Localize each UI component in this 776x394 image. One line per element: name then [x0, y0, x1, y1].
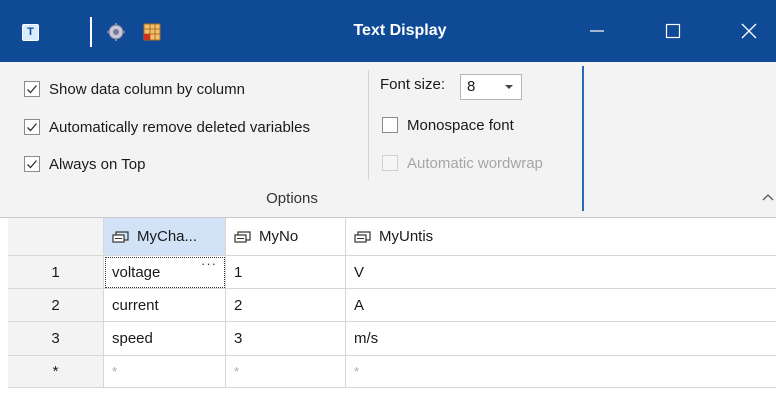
grid-header-row: MyCha... MyNo MyUntis	[8, 218, 776, 256]
new-row-cell[interactable]: *	[104, 356, 226, 388]
table-row[interactable]: 3 speed 3 m/s	[8, 322, 776, 356]
table-row[interactable]: 2 current 2 A	[8, 289, 776, 322]
checkbox-always-on-top[interactable]	[24, 156, 40, 172]
close-button[interactable]	[718, 0, 776, 62]
checkmark-icon	[27, 160, 37, 169]
table-row[interactable]: 1 voltage ··· 1 V	[8, 256, 776, 289]
collapse-ribbon-icon[interactable]	[762, 192, 774, 202]
option-label: Automatically remove deleted variables	[49, 118, 310, 136]
checkmark-icon	[27, 85, 37, 94]
checkmark-icon	[27, 123, 37, 132]
minimize-button[interactable]	[566, 0, 628, 62]
option-label: Automatic wordwrap	[407, 154, 543, 172]
column-header[interactable]: MyNo	[226, 218, 346, 256]
option-label: Monospace font	[407, 116, 514, 134]
column-header[interactable]: MyUntis	[346, 218, 776, 256]
new-row-cell[interactable]: *	[226, 356, 346, 388]
grid-cell[interactable]: 3	[226, 322, 346, 356]
grid-cell[interactable]: speed	[104, 322, 226, 356]
new-row-header[interactable]: *	[8, 356, 104, 388]
maximize-button[interactable]	[642, 0, 704, 62]
row-header[interactable]: 3	[8, 322, 104, 356]
row-header[interactable]: 1	[8, 256, 104, 289]
grid-corner[interactable]	[8, 218, 104, 256]
row-header[interactable]: 2	[8, 289, 104, 322]
cell-value: voltage	[112, 263, 161, 281]
text-display-app-icon[interactable]: T	[22, 24, 39, 41]
table-settings-icon[interactable]	[142, 22, 162, 42]
checkbox-show-column-by-column[interactable]	[24, 81, 40, 97]
column-header-label: MyNo	[259, 228, 299, 245]
checkbox-monospace-font[interactable]	[382, 117, 398, 133]
channel-icon	[112, 230, 129, 243]
chevron-down-icon	[505, 85, 513, 89]
title-bar: T Text Display	[0, 0, 776, 62]
grid-cell[interactable]: V	[346, 256, 776, 289]
option-label: Always on Top	[49, 155, 146, 173]
grid-cell[interactable]: voltage ···	[104, 256, 226, 289]
ellipsis-button[interactable]: ···	[201, 256, 217, 271]
font-size-dropdown[interactable]: 8	[460, 74, 522, 100]
option-label: Show data column by column	[49, 80, 245, 98]
channel-icon	[234, 230, 251, 243]
column-header-label: MyUntis	[379, 228, 434, 245]
grid-cell[interactable]: current	[104, 289, 226, 322]
group-divider	[368, 70, 369, 180]
options-group-label: Options	[266, 190, 318, 207]
option-always-on-top[interactable]: Always on Top	[24, 153, 145, 175]
titlebar-separator	[90, 17, 92, 47]
close-icon	[741, 23, 757, 39]
grid-cell[interactable]: 1	[226, 256, 346, 289]
option-monospace-font[interactable]: Monospace font	[382, 114, 514, 136]
column-header[interactable]: MyCha...	[104, 218, 226, 256]
font-size-label: Font size:	[380, 76, 446, 93]
grid-cell[interactable]: A	[346, 289, 776, 322]
options-ribbon: Show data column by column Automatically…	[0, 62, 776, 218]
font-size-value: 8	[467, 78, 476, 95]
gear-icon[interactable]	[106, 22, 126, 42]
option-automatic-wordwrap: Automatic wordwrap	[382, 152, 543, 174]
window-title: Text Display	[353, 22, 447, 39]
option-show-column-by-column[interactable]: Show data column by column	[24, 78, 245, 100]
option-auto-remove-deleted[interactable]: Automatically remove deleted variables	[24, 116, 310, 138]
maximize-icon	[665, 23, 681, 39]
grid-cell[interactable]: m/s	[346, 322, 776, 356]
minimize-icon	[590, 30, 604, 32]
grid-cell[interactable]: 2	[226, 289, 346, 322]
new-row[interactable]: * * * *	[8, 356, 776, 388]
checkbox-auto-remove-deleted[interactable]	[24, 119, 40, 135]
checkbox-automatic-wordwrap	[382, 155, 398, 171]
column-header-label: MyCha...	[137, 228, 198, 245]
new-row-cell[interactable]: *	[346, 356, 776, 388]
channel-icon	[354, 230, 371, 243]
